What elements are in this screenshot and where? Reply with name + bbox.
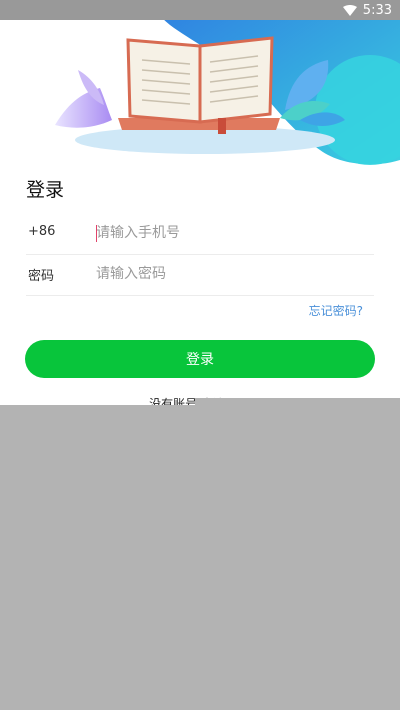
page-title: 登录 <box>26 179 65 201</box>
gray-overlay <box>0 405 400 710</box>
forgot-password-link[interactable]: 忘记密码? <box>309 302 363 319</box>
wifi-icon <box>342 1 357 20</box>
phone-row: +86 <box>26 212 374 255</box>
password-input[interactable] <box>96 260 366 288</box>
text-caret <box>96 225 97 242</box>
open-book-illustration <box>55 0 400 165</box>
phone-input[interactable] <box>96 219 366 247</box>
status-bar: 5:33 <box>0 0 400 20</box>
banner-illustration <box>0 0 400 170</box>
login-button[interactable]: 登录 <box>25 340 375 378</box>
status-icons: 5:33 <box>342 1 392 20</box>
password-label: 密码 <box>28 269 55 284</box>
password-row: 密码 <box>26 253 374 296</box>
country-code-label[interactable]: +86 <box>28 224 55 239</box>
status-time: 5:33 <box>362 2 392 18</box>
